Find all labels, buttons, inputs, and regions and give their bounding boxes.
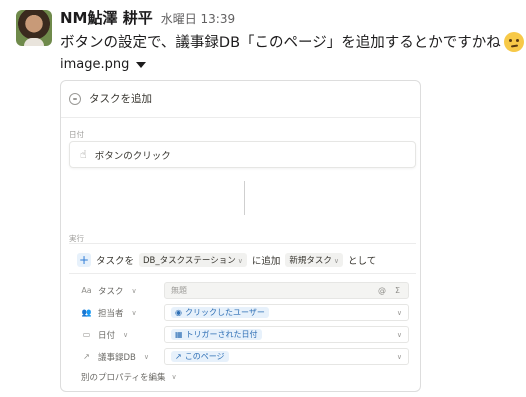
- task-type-select: 新規タスク ∨: [285, 252, 343, 267]
- chevron-down-icon: ∨: [396, 330, 402, 339]
- db-select: DB_タスクステーション ∨: [139, 252, 247, 267]
- divider: [69, 243, 416, 244]
- user-icon: ◉: [175, 308, 182, 317]
- chevron-down-icon: ∨: [396, 308, 402, 317]
- message-text: ボタンの設定で、議事録DB「このページ」を追加するとかですかね: [60, 31, 524, 52]
- username[interactable]: NM鮎澤 耕平: [60, 7, 153, 28]
- action-row: + タスクを DB_タスクステーション ∨ に追加 新規タスク ∨ として: [69, 248, 416, 271]
- property-name: Aa タスク ∨: [69, 285, 164, 297]
- property-value: 無題 @ Σ: [164, 282, 409, 299]
- add-task-header: タスクを追加: [69, 91, 152, 106]
- property-label: 担当者: [98, 308, 124, 319]
- action-suffix: として: [348, 255, 377, 267]
- value-chip: ▦ トリガーされた日付: [171, 329, 262, 340]
- edit-label: 別のプロパティを編集: [81, 373, 166, 383]
- attachment-image[interactable]: タスクを追加 日付 ☝ ボタンのクリック 実行 + タスクを DB_タスクステー…: [60, 80, 421, 392]
- chevron-down-icon: ∨: [333, 256, 339, 265]
- chip-label: このページ: [184, 352, 225, 361]
- task-icon: [69, 92, 81, 105]
- person-icon: 👥: [81, 308, 92, 317]
- property-label: 議事録DB: [98, 352, 136, 363]
- calendar-icon: ▭: [82, 330, 91, 339]
- mention-icon: @: [378, 286, 386, 295]
- task-type-label: 新規タスク: [289, 255, 332, 266]
- user-avatar[interactable]: [16, 10, 52, 46]
- chevron-down-icon: ∨: [123, 330, 129, 339]
- property-value: ↗ このページ ∨: [164, 348, 409, 365]
- chevron-down-icon: ∨: [171, 373, 177, 381]
- arrow-icon: ↗: [83, 352, 90, 361]
- chip-label: クリックしたユーザー: [184, 308, 265, 317]
- click-pointer-icon: ☝: [80, 148, 87, 161]
- attachment-filename[interactable]: image.png: [60, 57, 129, 72]
- value-chip: ↗ このページ: [171, 351, 229, 362]
- action-mid: に追加: [251, 255, 281, 267]
- property-value-text: 無題: [171, 286, 187, 295]
- timestamp[interactable]: 水曜日 13:39: [161, 10, 235, 27]
- trigger-label: ボタンのクリック: [94, 150, 171, 162]
- property-label: 日付: [98, 330, 116, 341]
- divider: [69, 273, 416, 274]
- trigger-box: ☝ ボタンのクリック: [69, 141, 416, 168]
- formula-icon: Σ: [394, 286, 400, 295]
- property-row-task: Aa タスク ∨ 無題 @ Σ: [69, 282, 409, 299]
- chevron-down-icon: ∨: [237, 256, 243, 265]
- property-row-date: ▭ 日付 ∨ ▦ トリガーされた日付 ∨: [69, 326, 409, 343]
- divider: [61, 117, 420, 118]
- action-prefix: タスクを: [96, 255, 135, 267]
- property-value: ▦ トリガーされた日付 ∨: [164, 326, 409, 343]
- property-row-minutes-db: ↗ 議事録DB ∨ ↗ このページ ∨: [69, 348, 409, 365]
- plus-icon: +: [77, 252, 91, 267]
- caret-down-icon[interactable]: [136, 61, 147, 68]
- arrow-icon: ↗: [175, 352, 182, 361]
- chevron-down-icon: ∨: [131, 308, 137, 317]
- chevron-down-icon: ∨: [396, 352, 402, 361]
- edit-other-properties: 別のプロパティを編集 ∨: [81, 371, 177, 383]
- flow-connector: [244, 181, 245, 215]
- attachment-header[interactable]: image.png: [60, 57, 147, 72]
- property-value: ◉ クリックしたユーザー ∨: [164, 304, 409, 321]
- property-name: ▭ 日付 ∨: [69, 329, 164, 341]
- property-label: タスク: [98, 286, 124, 297]
- text-type-icon: Aa: [81, 286, 92, 295]
- value-chip: ◉ クリックしたユーザー: [171, 307, 269, 318]
- calendar-icon: ▦: [175, 330, 183, 339]
- property-name: 👥 担当者 ∨: [69, 307, 164, 319]
- property-name: ↗ 議事録DB ∨: [69, 351, 164, 363]
- db-select-label: DB_タスクステーション: [143, 255, 236, 266]
- message-body: ボタンの設定で、議事録DB「このページ」を追加するとかですかね: [60, 35, 501, 51]
- trigger-section-label: 日付: [69, 130, 84, 139]
- message-header: NM鮎澤 耕平 水曜日 13:39: [60, 7, 235, 28]
- chevron-down-icon: ∨: [131, 286, 137, 295]
- chip-label: トリガーされた日付: [185, 330, 258, 339]
- thinking-face-icon: [503, 31, 524, 52]
- add-task-label: タスクを追加: [89, 93, 152, 105]
- chevron-down-icon: ∨: [143, 352, 150, 361]
- property-row-assignee: 👥 担当者 ∨ ◉ クリックしたユーザー ∨: [69, 304, 409, 321]
